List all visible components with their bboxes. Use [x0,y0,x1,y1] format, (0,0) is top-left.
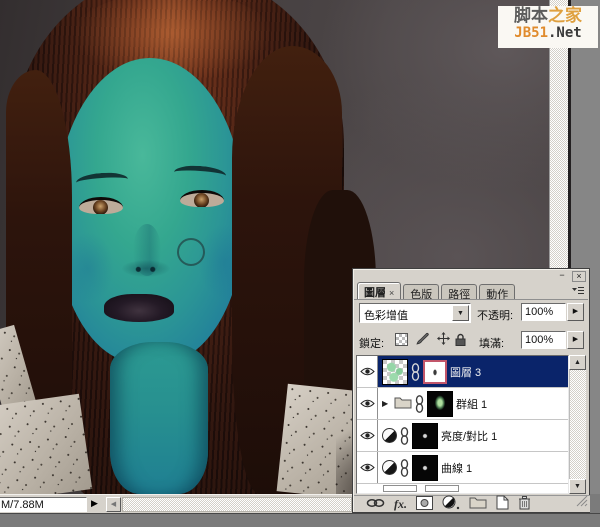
hscroll-left-button[interactable]: ◀ [106,497,121,512]
adjustment-layer-icon[interactable] [382,428,397,443]
visibility-eye-icon[interactable] [357,356,378,387]
tab-separator [354,299,588,300]
photo-clothing [0,394,92,494]
watermark-domain: JB51.Net [498,26,598,41]
adjustment-mask-thumbnail[interactable] [412,455,438,481]
layer-row-layer3[interactable]: 圖層 3 [357,356,568,388]
opacity-slider-arrow-icon[interactable]: ▶ [567,303,584,321]
fill-field[interactable]: 100% [521,331,566,349]
photo-nose-tip [122,260,170,277]
blend-mode-dropdown-arrow-icon[interactable]: ▼ [452,305,469,321]
tab-layers[interactable]: 圖層× [357,282,401,299]
lock-position-move-icon[interactable] [435,332,451,348]
document-size-readout: M/7.88M [0,497,87,512]
visibility-eye-icon[interactable] [357,420,378,451]
photo-neck [110,342,208,494]
add-layer-mask-icon[interactable] [416,496,433,513]
tab-actions[interactable]: 動作 [479,284,515,299]
status-menu-arrow-icon[interactable]: ▶ [91,498,98,509]
panel-resize-grip[interactable] [576,495,588,510]
panel-tabs: 圖層× 色版 路徑 動作 [357,282,515,299]
photo-eye [180,190,224,207]
panel-menu-icon[interactable] [570,284,586,297]
group-folder-icon [394,396,412,412]
layer-style-fx-icon[interactable]: fx. [394,497,407,512]
photo-eye [79,197,123,214]
visibility-eye-icon[interactable] [357,452,378,483]
delete-layer-trash-icon[interactable] [518,495,531,513]
fill-slider-arrow-icon[interactable]: ▶ [567,331,584,349]
layer-name[interactable]: 群組 1 [456,396,487,412]
layer-list-scrollbar[interactable]: ▲ ▼ [569,355,586,494]
lock-transparency-icon[interactable] [395,333,408,346]
fill-label: 填滿: [479,335,504,351]
panel-bottom-bar: fx. [354,495,590,512]
adjustment-layer-icon[interactable] [382,460,397,475]
watermark-site-name: 脚本之家 [498,7,598,26]
partial-thumbnail [425,485,459,492]
lock-image-brush-icon[interactable] [415,332,431,348]
layer-name[interactable]: 曲線 1 [441,460,472,476]
layers-panel: − × 圖層× 色版 路徑 動作 色彩增值 ▼ 不透明: 100% ▶ 鎖定: [352,268,590,513]
document-horizontal-scrollbar[interactable] [122,497,352,512]
window-bottom-edge [0,513,600,527]
blend-mode-dropdown[interactable]: 色彩增值 ▼ [359,303,471,323]
layer-row-partial [357,484,568,493]
new-adjustment-layer-icon[interactable] [442,495,460,513]
scroll-track[interactable] [569,370,586,479]
layer-row-group1[interactable]: ▶ 群組 1 [357,388,568,420]
photoshop-window: 脚本之家 JB51.Net M/7.88M ▶ ◀ − × 圖層× 色版 路徑 … [0,0,600,527]
group-expand-triangle-icon[interactable]: ▶ [382,399,391,408]
layer-list: 圖層 3 ▶ 群組 1 [356,355,569,494]
layer-row-brightness-contrast[interactable]: 亮度/對比 1 [357,420,568,452]
opacity-field[interactable]: 100% [521,303,566,321]
visibility-eye-icon[interactable] [357,388,378,419]
photo-lips [104,294,174,322]
tab-paths[interactable]: 路徑 [441,284,477,299]
layer-thumbnail[interactable] [382,359,408,385]
link-layers-icon[interactable] [366,498,385,511]
layer-row-curves[interactable]: 曲線 1 [357,452,568,484]
panel-close-button[interactable]: × [572,271,586,282]
opacity-label: 不透明: [477,307,513,323]
mask-link-chain-icon[interactable] [415,395,424,413]
scroll-up-icon[interactable]: ▲ [569,355,586,370]
new-layer-icon[interactable] [496,495,509,513]
group-mask-thumbnail[interactable] [427,391,453,417]
tab-channels[interactable]: 色版 [403,284,439,299]
tab-close-icon[interactable]: × [389,288,394,298]
mask-link-chain-icon[interactable] [411,363,420,381]
mask-link-chain-icon[interactable] [400,427,409,445]
panel-minimize-button[interactable]: − [555,271,569,282]
lock-label: 鎖定: [359,335,384,351]
scroll-down-icon[interactable]: ▼ [569,479,586,494]
layer-name[interactable]: 圖層 3 [450,364,481,380]
new-group-folder-icon[interactable] [469,496,487,512]
watermark: 脚本之家 JB51.Net [498,6,598,48]
layer-name[interactable]: 亮度/對比 1 [441,428,497,444]
adjustment-mask-thumbnail[interactable] [412,423,438,449]
mask-link-chain-icon[interactable] [400,459,409,477]
brush-cursor-circle [177,238,205,266]
lock-all-padlock-icon[interactable] [455,333,466,349]
layer-mask-thumbnail-selected[interactable] [423,360,447,384]
partial-thumbnail [383,485,417,492]
